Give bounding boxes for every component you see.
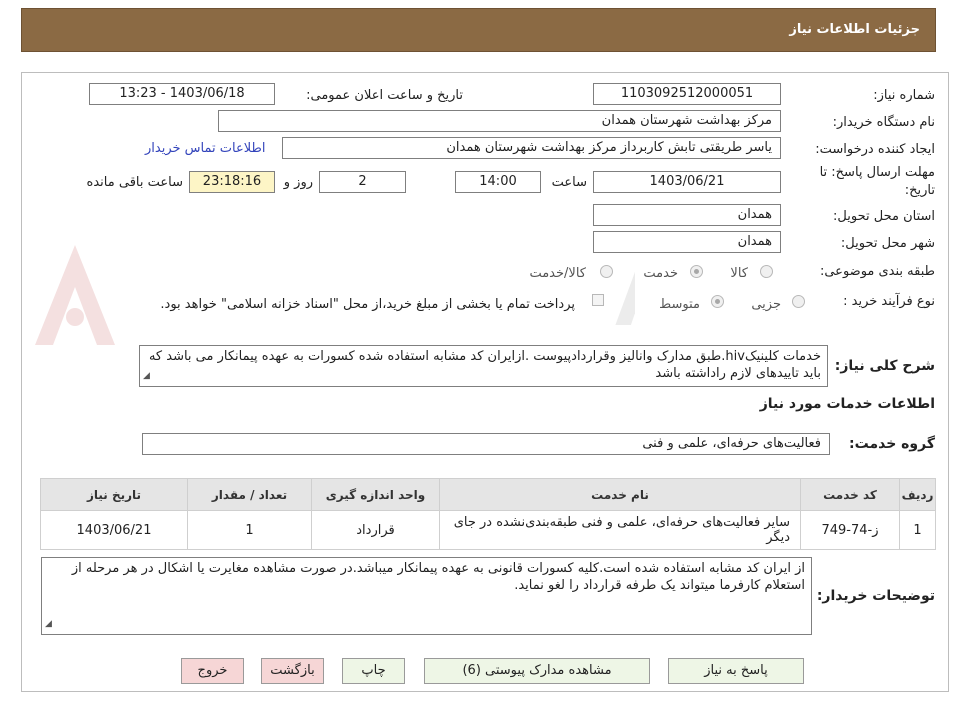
reply-button[interactable]: پاسخ به نیاز — [668, 658, 804, 684]
days-label: روز و — [283, 175, 313, 190]
category-radio-goods-service[interactable] — [600, 265, 613, 278]
page-title: جزئیات اطلاعات نیاز — [789, 22, 920, 37]
description-label: شرح کلی نیاز: — [834, 358, 935, 374]
city-label: شهر محل تحویل: — [840, 236, 935, 251]
process-option-medium: متوسط — [659, 297, 700, 312]
process-radio-medium[interactable] — [711, 295, 724, 308]
table-row: 1 ز-74-749 سایر فعالیت‌های حرفه‌ای، علمی… — [40, 510, 936, 550]
cell-service-name: سایر فعالیت‌های حرفه‌ای، علمی و فنی طبقه… — [439, 510, 801, 550]
deadline-label: مهلت ارسال پاسخ: تا — [819, 165, 935, 180]
category-radio-service[interactable] — [690, 265, 703, 278]
category-label: طبقه بندی موضوعی: — [819, 264, 935, 279]
need-number-label: شماره نیاز: — [873, 88, 935, 103]
category-option-service: خدمت — [643, 266, 678, 281]
process-option-minor: جزیی — [751, 297, 781, 312]
page-header: جزئیات اطلاعات نیاز — [21, 8, 936, 52]
col-need-date: تاریخ نیاز — [40, 478, 188, 511]
services-section-title: اطلاعات خدمات مورد نیاز — [759, 396, 935, 412]
description-text: خدمات کلینیکhiv.طبق مدارک وانالیز وقرارد… — [148, 349, 821, 381]
process-label: نوع فرآیند خرید : — [843, 294, 935, 309]
resize-grip-icon[interactable]: ◢ — [143, 368, 150, 385]
creator-field: یاسر طریقتی تابش کاربرداز مرکز بهداشت شه… — [282, 137, 781, 159]
resize-grip-icon[interactable]: ◢ — [45, 616, 52, 633]
buyer-org-label: نام دستگاه خریدار: — [832, 115, 935, 130]
col-quantity: تعداد / مقدار — [187, 478, 312, 511]
category-option-goods-service: کالا/خدمت — [529, 266, 586, 281]
buyer-notes-label: توضیحات خریدار: — [816, 588, 935, 604]
buyer-notes-textarea[interactable]: از ایران کد مشابه استفاده شده است.کلیه ک… — [41, 557, 812, 635]
col-unit: واحد اندازه گیری — [311, 478, 440, 511]
buyer-contact-link[interactable]: اطلاعات تماس خریدار — [145, 141, 265, 156]
treasury-payment-checkbox[interactable] — [592, 294, 604, 306]
deadline-time-label: ساعت — [551, 175, 587, 190]
buyer-org-field: مرکز بهداشت شهرستان همدان — [218, 110, 781, 132]
back-button[interactable]: بازگشت — [261, 658, 324, 684]
need-number-field: 1103092512000051 — [593, 83, 781, 105]
deadline-date-field: 1403/06/21 — [593, 171, 781, 193]
treasury-payment-note: پرداخت تمام یا بخشی از مبلغ خرید،از محل … — [160, 297, 575, 312]
service-group-label: گروه خدمت: — [849, 436, 935, 452]
cell-need-date: 1403/06/21 — [40, 510, 188, 550]
days-field: 2 — [319, 171, 406, 193]
category-option-goods: کالا — [730, 266, 748, 281]
cell-service-code: ز-74-749 — [800, 510, 900, 550]
cell-row-number: 1 — [899, 510, 936, 550]
process-radio-minor[interactable] — [792, 295, 805, 308]
col-row-number: ردیف — [899, 478, 936, 511]
service-group-field: فعالیت‌های حرفه‌ای، علمی و فنی — [142, 433, 830, 455]
deadline-time-field: 14:00 — [455, 171, 541, 193]
city-field: همدان — [593, 231, 781, 253]
province-field: همدان — [593, 204, 781, 226]
services-table: ردیف کد خدمت نام خدمت واحد اندازه گیری ت… — [40, 478, 936, 550]
table-header-row: ردیف کد خدمت نام خدمت واحد اندازه گیری ت… — [40, 478, 936, 511]
col-service-code: کد خدمت — [800, 478, 900, 511]
buyer-notes-text: از ایران کد مشابه استفاده شده است.کلیه ک… — [71, 561, 805, 593]
remaining-time-field: 23:18:16 — [189, 171, 275, 193]
description-textarea[interactable]: خدمات کلینیکhiv.طبق مدارک وانالیز وقرارد… — [139, 345, 828, 387]
category-radio-goods[interactable] — [760, 265, 773, 278]
exit-button[interactable]: خروج — [181, 658, 244, 684]
province-label: استان محل تحویل: — [833, 209, 935, 224]
cell-quantity: 1 — [187, 510, 312, 550]
announce-field: 1403/06/18 - 13:23 — [89, 83, 275, 105]
print-button[interactable]: چاپ — [342, 658, 405, 684]
view-attachments-button[interactable]: مشاهده مدارک پیوستی (6) — [424, 658, 650, 684]
col-service-name: نام خدمت — [439, 478, 801, 511]
announce-label: تاریخ و ساعت اعلان عمومی: — [306, 88, 463, 103]
cell-unit: قرارداد — [311, 510, 440, 550]
deadline-label-date: تاریخ: — [904, 183, 935, 198]
creator-label: ایجاد کننده درخواست: — [815, 142, 935, 157]
remaining-label: ساعت باقی مانده — [86, 175, 183, 190]
